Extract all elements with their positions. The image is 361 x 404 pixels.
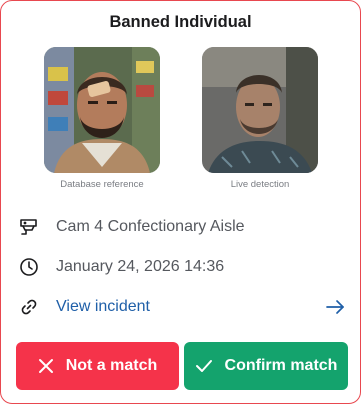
- timestamp: January 24, 2026 14:36: [56, 258, 225, 275]
- live-caption: Live detection: [230, 179, 290, 190]
- confirm-match-label: Confirm match: [224, 357, 338, 374]
- live-photo: [202, 47, 318, 173]
- view-incident-label[interactable]: View incident: [56, 298, 150, 316]
- timestamp-row: January 24, 2026 14:36: [18, 255, 346, 279]
- not-a-match-label: Not a match: [65, 357, 158, 374]
- link-icon: [18, 296, 40, 318]
- view-incident-link[interactable]: View incident: [18, 295, 346, 319]
- live-photo-group: Live detection: [202, 47, 318, 190]
- arrow-right-icon[interactable]: [324, 296, 346, 318]
- cctv-camera-icon: [18, 216, 40, 238]
- reference-caption: Database reference: [60, 179, 144, 190]
- banned-individual-card: Banned Individual Database reference Liv…: [0, 0, 361, 404]
- not-a-match-button[interactable]: Not a match: [16, 342, 179, 390]
- clock-icon: [18, 256, 40, 278]
- check-icon: [195, 358, 213, 374]
- card-title: Banned Individual: [109, 13, 252, 31]
- x-icon: [38, 358, 54, 374]
- reference-photo-group: Database reference: [44, 47, 160, 190]
- reference-photo: [44, 47, 160, 173]
- camera-name: Cam 4 Confectionary Aisle: [56, 218, 245, 235]
- camera-row: Cam 4 Confectionary Aisle: [18, 215, 346, 239]
- confirm-match-button[interactable]: Confirm match: [184, 342, 348, 390]
